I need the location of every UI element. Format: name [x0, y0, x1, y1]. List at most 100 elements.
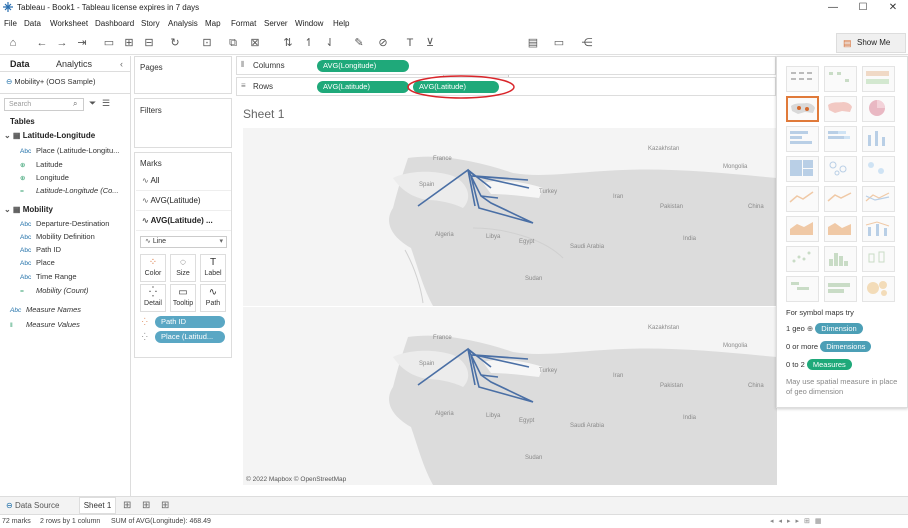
chart-area-continuous-icon[interactable]: [786, 216, 819, 242]
chart-treemap-icon[interactable]: [786, 156, 819, 182]
pill-path-id[interactable]: Path ID: [155, 316, 225, 328]
swap-icon[interactable]: ⇅: [281, 36, 295, 50]
tab-data[interactable]: Data: [10, 59, 30, 69]
presentation-icon[interactable]: ▭: [552, 36, 566, 50]
field-measure-values[interactable]: ‖ Measure Values: [10, 320, 80, 329]
field-latitude[interactable]: ⊕ Latitude: [20, 160, 63, 169]
clear-sheet-icon[interactable]: ⊠: [248, 36, 262, 50]
undo-icon[interactable]: ←: [35, 36, 49, 50]
size-button[interactable]: ◌ Size: [170, 254, 196, 282]
chart-line-continuous-icon[interactable]: [786, 186, 819, 212]
chart-side-by-side-bar-icon[interactable]: [862, 126, 895, 152]
replay-icon[interactable]: ⇥: [75, 36, 89, 50]
chart-dual-combination-icon[interactable]: [862, 216, 895, 242]
field-time-range[interactable]: Abc Time Range: [20, 272, 77, 281]
field-place[interactable]: Abc Place: [20, 258, 55, 267]
pages-card[interactable]: Pages: [134, 56, 232, 94]
nav-icons[interactable]: ◂◂▸▸⊞▦: [770, 517, 827, 525]
share-icon[interactable]: ⋲: [580, 36, 594, 50]
search-input[interactable]: Search: [4, 98, 84, 111]
duplicate-sheet-icon[interactable]: ⧉: [226, 36, 240, 50]
refresh-icon[interactable]: ↻: [168, 36, 182, 50]
chart-text-table-icon[interactable]: [786, 66, 819, 92]
field-departure-destination[interactable]: Abc Departure-Destination: [20, 219, 109, 228]
chart-box-whisker-icon[interactable]: [862, 246, 895, 272]
new-datasource-icon[interactable]: ⊞: [122, 36, 136, 50]
save-icon[interactable]: ▭: [102, 36, 116, 50]
pill-avg-longitude[interactable]: AVG(Longitude): [317, 60, 409, 72]
chart-packed-bubbles-icon[interactable]: [862, 276, 895, 302]
mark-type-dropdown[interactable]: ∿ Line ▾: [140, 236, 227, 248]
menu-server[interactable]: Server: [264, 19, 288, 28]
table-group-mobility[interactable]: ⌄ ▦ Mobility: [4, 205, 53, 214]
chart-bullet-icon[interactable]: [824, 276, 857, 302]
chart-filled-map-icon[interactable]: [824, 96, 857, 122]
redo-icon[interactable]: →: [55, 36, 69, 50]
chart-gantt-icon[interactable]: [786, 276, 819, 302]
pill-avg-latitude[interactable]: AVG(Latitude): [317, 81, 409, 93]
close-button[interactable]: ✕: [878, 0, 908, 16]
menu-analysis[interactable]: Analysis: [168, 19, 198, 28]
data-source-tab[interactable]: ⊖ Data Source: [6, 501, 59, 510]
show-labels-icon[interactable]: T: [403, 36, 417, 50]
menu-dashboard[interactable]: Dashboard: [95, 19, 134, 28]
marks-latitude-row[interactable]: ∿ AVG(Latitude): [136, 191, 231, 211]
sort-ascending-icon[interactable]: ↿: [302, 36, 316, 50]
chart-dual-line-icon[interactable]: [862, 186, 895, 212]
field-measure-names[interactable]: Abc Measure Names: [10, 305, 81, 314]
highlight-icon[interactable]: ✎: [352, 36, 366, 50]
field-latlong-count[interactable]: = Latitude-Longitude (Co...: [20, 186, 119, 195]
view-options-icon[interactable]: ☰: [102, 98, 110, 109]
group-icon[interactable]: ⊘: [376, 36, 390, 50]
chart-hbar-icon[interactable]: [786, 126, 819, 152]
tab-analytics[interactable]: Analytics: [56, 59, 92, 69]
field-mobility-count[interactable]: = Mobility (Count): [20, 286, 89, 295]
new-story-icon[interactable]: ⊞: [161, 500, 169, 511]
new-worksheet-icon[interactable]: ⊡: [200, 36, 214, 50]
new-sheet-icon[interactable]: ⊞: [123, 500, 131, 511]
menu-map[interactable]: Map: [205, 19, 221, 28]
chart-pie-icon[interactable]: [862, 96, 895, 122]
pill-place-latitude[interactable]: Place (Latitud...: [155, 331, 225, 343]
chart-histogram-icon[interactable]: [824, 246, 857, 272]
minimize-button[interactable]: —: [818, 0, 848, 16]
chart-symbol-map-icon[interactable]: [786, 96, 819, 122]
menu-worksheet[interactable]: Worksheet: [50, 19, 88, 28]
menu-help[interactable]: Help: [333, 19, 349, 28]
sort-descending-icon[interactable]: ⇃: [323, 36, 337, 50]
home-icon[interactable]: ⌂: [6, 36, 20, 50]
chart-line-discrete-icon[interactable]: [824, 186, 857, 212]
menu-format[interactable]: Format: [231, 19, 256, 28]
menu-data[interactable]: Data: [24, 19, 41, 28]
new-dashboard-icon[interactable]: ⊞: [142, 500, 150, 511]
maximize-button[interactable]: ☐: [848, 0, 878, 16]
chart-highlight-table-icon[interactable]: [862, 66, 895, 92]
show-cards-icon[interactable]: ▤: [526, 36, 540, 50]
tooltip-button[interactable]: ▭ Tooltip: [170, 284, 196, 312]
pause-updates-icon[interactable]: ⊟: [142, 36, 156, 50]
detail-button[interactable]: ⁛ Detail: [140, 284, 166, 312]
chart-side-circles-icon[interactable]: [862, 156, 895, 182]
field-place-latlong[interactable]: Abc Place (Latitude-Longitu...: [20, 146, 119, 155]
show-me-button[interactable]: ▤ Show Me: [836, 33, 906, 53]
path-button[interactable]: ∿ Path: [200, 284, 226, 312]
field-mobility-definition[interactable]: Abc Mobility Definition: [20, 232, 95, 241]
fix-axes-icon[interactable]: ⊻: [423, 36, 437, 50]
marks-all-row[interactable]: ∿ All: [136, 171, 231, 191]
filter-icon[interactable]: ⏷: [89, 98, 96, 109]
table-group-latlong[interactable]: ⌄ ▦ Latitude-Longitude: [4, 131, 95, 145]
chart-stacked-bar-icon[interactable]: [824, 126, 857, 152]
sheet-1-tab[interactable]: Sheet 1: [79, 497, 116, 514]
map-pane-bottom[interactable]: France Spain Turkey Algeria Libya Egypt …: [243, 307, 777, 485]
chart-scatter-icon[interactable]: [786, 246, 819, 272]
menu-file[interactable]: File: [4, 19, 17, 28]
chart-heat-map-icon[interactable]: [824, 66, 857, 92]
marks-latitude2-row[interactable]: ∿ AVG(Latitude) ...: [136, 211, 231, 231]
color-button[interactable]: ⁘ Color: [140, 254, 166, 282]
menu-story[interactable]: Story: [141, 19, 160, 28]
datasource-item[interactable]: ⊖ Mobility+ (OOS Sample): [6, 77, 95, 86]
chart-area-discrete-icon[interactable]: [824, 216, 857, 242]
field-path-id[interactable]: Abc Path ID: [20, 245, 61, 254]
collapse-pane-icon[interactable]: ‹: [120, 59, 123, 69]
menu-window[interactable]: Window: [295, 19, 323, 28]
